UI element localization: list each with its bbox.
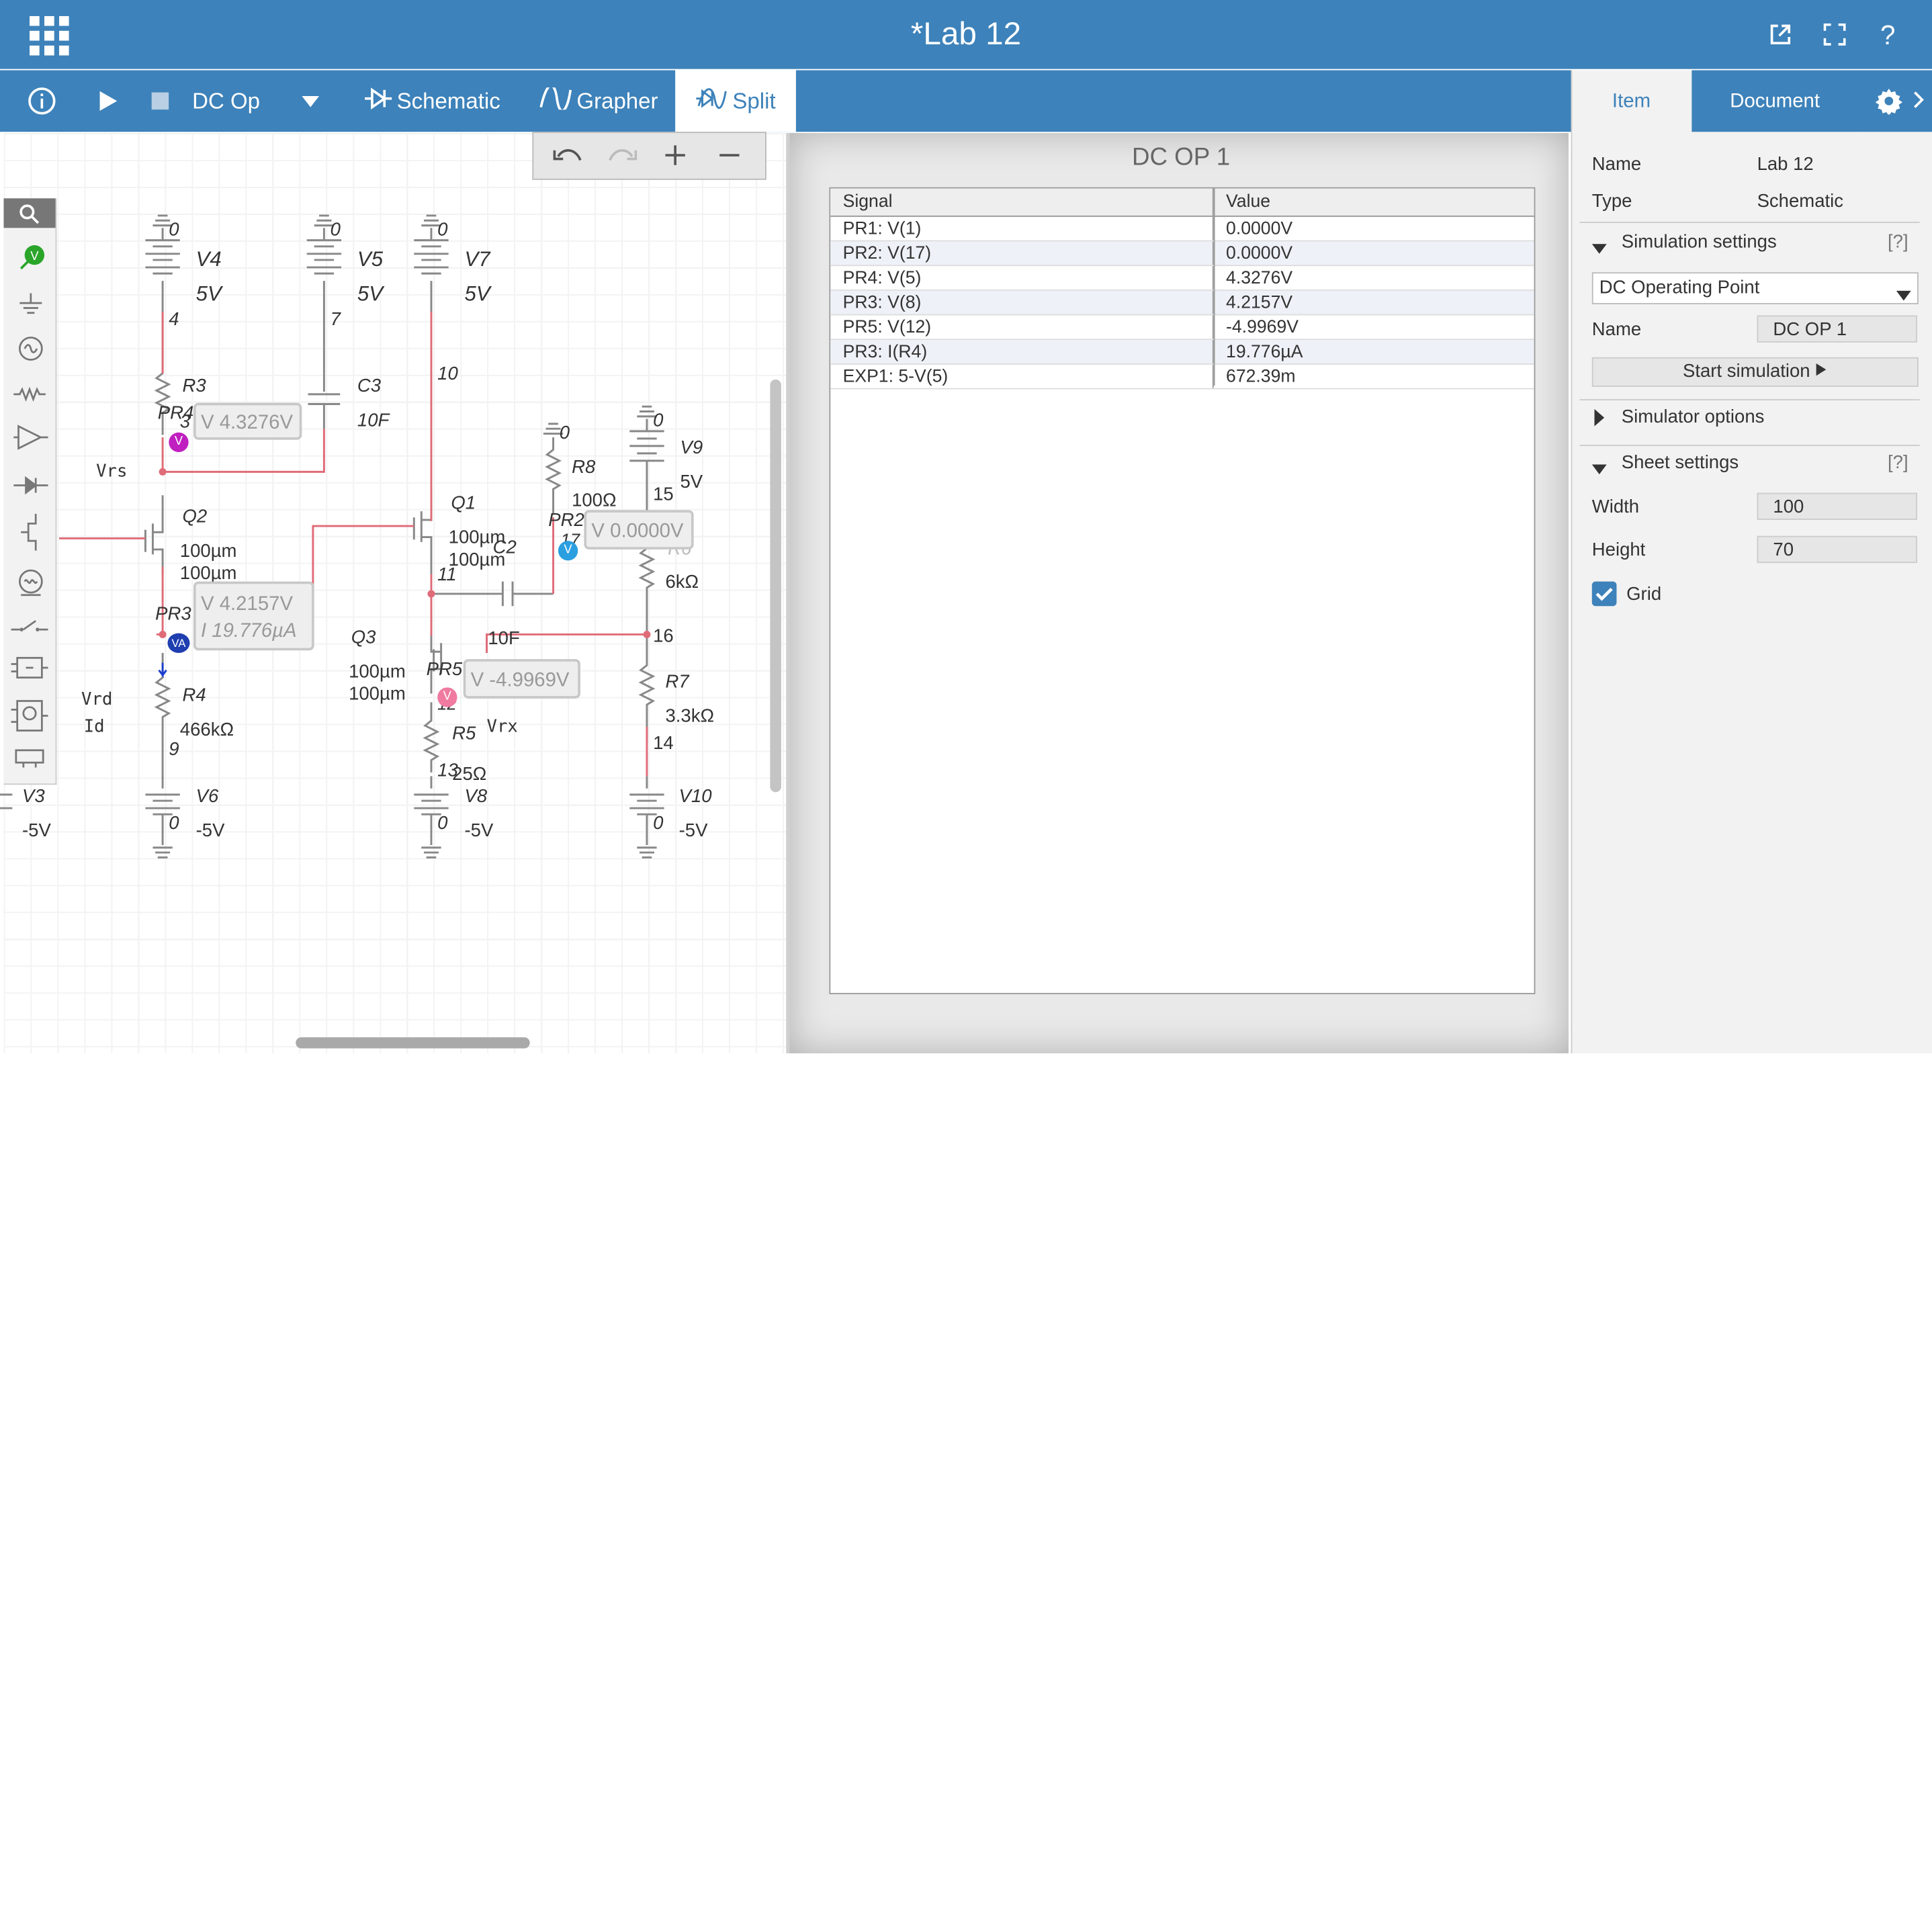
undo-icon[interactable] <box>553 144 583 173</box>
transistor-icon[interactable] <box>19 513 44 557</box>
tab-item[interactable]: Item <box>1572 70 1691 132</box>
sheet-settings-header[interactable]: Sheet settings [?] <box>1591 452 1920 480</box>
ac-source-icon[interactable] <box>16 334 46 369</box>
table-row[interactable]: PR5: V(12) -4.9969V <box>830 314 1534 341</box>
schematic-vertical-scrollbar[interactable] <box>770 379 781 793</box>
tab-document[interactable]: Document <box>1692 70 1858 132</box>
table-row[interactable]: PR3: I(R4) 19.776µA <box>830 339 1534 365</box>
help-link[interactable]: [?] <box>1888 452 1908 473</box>
fullscreen-icon[interactable] <box>1823 23 1846 52</box>
signal-table: Signal Value PR1: V(1) 0.0000V PR2: V(17)… <box>829 187 1536 994</box>
document-name: Lab 12 <box>1757 154 1814 175</box>
caret-down-icon <box>1591 458 1607 480</box>
probe-readout-pr2[interactable]: V 0.0000V <box>584 510 694 550</box>
zoom-out-icon[interactable] <box>718 144 740 173</box>
table-column-divider <box>1213 188 1215 386</box>
simulator-options-header[interactable]: Simulator options <box>1592 406 1920 433</box>
width-label: Width <box>1591 496 1640 518</box>
caret-right-icon <box>1594 408 1605 433</box>
search-icon[interactable] <box>3 198 56 228</box>
name-label: Name <box>1591 154 1642 175</box>
sim-name-label: Name <box>1591 318 1642 341</box>
component-palette: V <box>3 198 57 785</box>
connector-icon[interactable] <box>11 746 48 775</box>
type-label: Type <box>1591 191 1632 212</box>
width-field[interactable]: 100 <box>1757 492 1918 520</box>
simulation-settings-header[interactable]: Simulation settings [?] <box>1591 232 1920 260</box>
meter-block-icon[interactable] <box>11 697 48 740</box>
height-field[interactable]: 70 <box>1757 535 1918 564</box>
sim-name-field[interactable]: DC OP 1 <box>1757 315 1918 343</box>
probe-icon-pr2[interactable]: V <box>558 541 578 561</box>
resistor-icon[interactable] <box>13 386 48 409</box>
lamp-icon[interactable] <box>13 568 48 603</box>
svg-text:V: V <box>30 249 39 263</box>
chevron-down-icon <box>1896 285 1911 307</box>
canvas-zoom-bar <box>532 132 766 180</box>
analysis-type-select[interactable]: DC Operating Point <box>1591 272 1919 307</box>
redo-icon[interactable] <box>607 144 638 173</box>
probe-icon-pr3[interactable]: VA <box>167 633 190 653</box>
help-link[interactable]: [?] <box>1888 232 1908 253</box>
diode-icon[interactable] <box>13 476 48 502</box>
height-label: Height <box>1591 539 1646 561</box>
grid-checkbox[interactable] <box>1591 581 1617 607</box>
popout-icon[interactable] <box>1768 22 1793 53</box>
column-header-signal[interactable]: Signal <box>830 188 1213 217</box>
ground-icon[interactable] <box>16 291 46 324</box>
probe-readout-pr5[interactable]: V -4.9969V <box>463 659 580 699</box>
switch-icon[interactable] <box>11 617 48 641</box>
settings-tab[interactable] <box>1857 70 1932 132</box>
grid-label: Grid <box>1626 584 1662 605</box>
help-icon[interactable]: ? <box>1880 19 1895 52</box>
zoom-in-icon[interactable] <box>664 144 687 173</box>
gear-icon <box>1875 87 1903 121</box>
probe-readout-pr3[interactable]: V 4.2157V I 19.776µA <box>193 581 314 651</box>
logic-block-icon[interactable] <box>11 654 48 688</box>
opamp-icon[interactable] <box>13 424 48 457</box>
probe-icon-pr4[interactable]: V <box>169 432 189 453</box>
caret-down-icon <box>1591 238 1607 260</box>
table-row[interactable]: PR4: V(5) 4.3276V <box>830 265 1534 291</box>
probe-tool-icon[interactable]: V <box>19 244 46 277</box>
table-row[interactable]: PR3: V(8) 4.2157V <box>830 290 1534 316</box>
probe-icon-pr5[interactable]: V <box>437 687 457 707</box>
probe-readout-pr4[interactable]: V 4.3276V <box>193 402 302 440</box>
play-icon <box>1815 361 1827 382</box>
results-title: DC OP 1 <box>1131 144 1231 171</box>
schematic-horizontal-scrollbar[interactable] <box>296 1037 530 1049</box>
table-row[interactable]: EXP1: 5-V(5) 672.39m <box>830 363 1534 390</box>
chevron-right-icon <box>1913 90 1925 116</box>
start-simulation-button[interactable]: Start simulation <box>1591 357 1919 387</box>
table-row[interactable]: PR1: V(1) 0.0000V <box>830 216 1534 242</box>
document-type: Schematic <box>1757 191 1844 212</box>
table-row[interactable]: PR2: V(17) 0.0000V <box>830 240 1534 267</box>
column-header-value[interactable]: Value <box>1212 188 1534 217</box>
